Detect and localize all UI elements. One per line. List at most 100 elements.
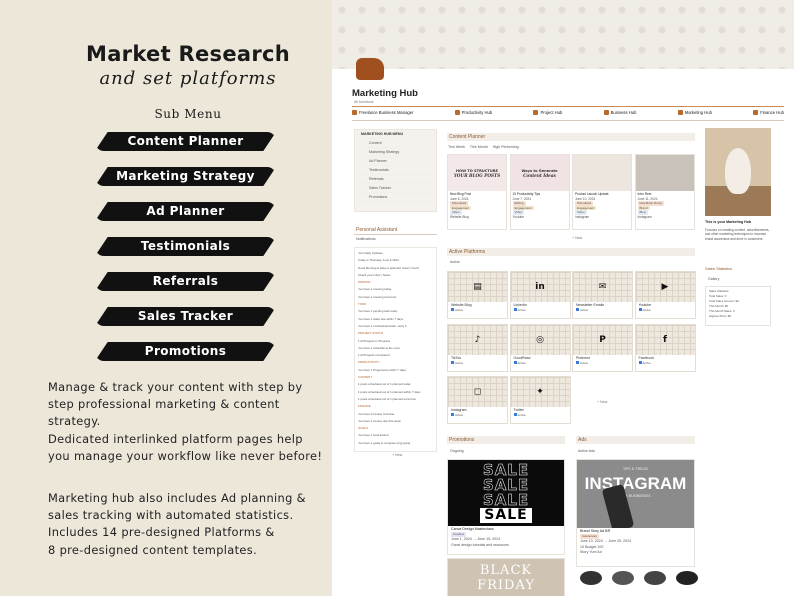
assistant-line: Your Daily Updates: [358, 251, 383, 255]
hub-menu-item[interactable]: Sales Tracker: [355, 184, 436, 193]
ad-card[interactable]: TIPS & TRICKS INSTAGRAM FOR BUSINESSES B…: [576, 459, 695, 567]
page-subtitle: All functions: [354, 100, 374, 104]
sales-statistics-card[interactable]: Sales Statistics Total Sales: 0 Total Sale…: [705, 286, 771, 326]
para-line: step professional marketing & content: [48, 397, 280, 412]
assistant-line: You have 1 pending task today: [358, 309, 398, 314]
tab-this-week[interactable]: This Week: [448, 145, 465, 150]
page-icon[interactable]: [356, 58, 384, 80]
hub-nav: Freelance Business Manager Productivity …: [352, 110, 784, 115]
menu-testimonials[interactable]: Testimonials: [95, 237, 276, 256]
para-line: strategy.: [48, 414, 101, 429]
assistant-line: You have 0 invoice Overdue: [358, 411, 395, 416]
content-platform: Youtube: [512, 214, 525, 219]
assistant-line: You have 1 Progressive within 7 days: [358, 367, 406, 372]
platform-status: Active: [636, 308, 695, 312]
platform-card[interactable]: ▶ Youtube Active: [634, 271, 696, 319]
nav-item[interactable]: Marketing Hub: [677, 110, 712, 115]
hub-menu-item[interactable]: Testimonials: [355, 166, 436, 175]
menu-ad-planner[interactable]: Ad Planner: [95, 202, 276, 221]
platform-icon: ✉: [598, 282, 607, 292]
nav-item[interactable]: Project Hub: [533, 110, 562, 115]
marketing-hub-image: [705, 128, 771, 216]
tab-high-performing[interactable]: High Performing: [493, 145, 519, 150]
nav-item[interactable]: Finance Hub: [753, 110, 784, 115]
platform-card[interactable]: P Pinterest Active: [572, 323, 633, 372]
promo-panel: Market Research and set platforms Sub Me…: [0, 0, 332, 596]
para-line: 8 pre-designed content templates.: [48, 542, 258, 557]
content-card[interactable]: HOW TO STRUCTURE YOUR BLOG POSTS New Blog …: [447, 154, 507, 230]
menu-promotions[interactable]: Promotions: [95, 342, 276, 361]
para-line: Dedicated interlinked platform pages hel…: [48, 431, 303, 446]
hub-icon: [677, 110, 683, 115]
platform-icon: ▶: [661, 282, 669, 292]
content-planner-tabs: This Week This Month High Performing: [448, 145, 519, 150]
assistant-line: You have 1 tasks due within 7 days: [358, 316, 404, 321]
platform-card[interactable]: ▤ Website Blog Active: [447, 271, 508, 319]
divider: [352, 106, 784, 107]
new-button[interactable]: + New: [392, 453, 402, 457]
active-view-tab[interactable]: Active: [450, 260, 460, 265]
nav-item[interactable]: Freelance Business Manager: [352, 110, 413, 115]
new-button[interactable]: + New: [572, 236, 582, 240]
hub-caption: This is your Marketing Hub: [705, 220, 752, 224]
platform-card[interactable]: ◎ GoodRead Active: [509, 323, 571, 372]
sales-stat-line: Highest Price: $0: [709, 314, 732, 318]
submenu-label: Sub Menu: [154, 107, 222, 121]
platform-card[interactable]: in LinkedIn Active: [509, 271, 571, 319]
tab-this-month[interactable]: This Month: [470, 145, 488, 150]
assistant-line: 1 posts scheduled out of 1 planned today: [358, 382, 411, 387]
content-thumbnail: [635, 155, 694, 191]
promotion-card[interactable]: BLACK FRIDAY: [447, 558, 565, 596]
new-button[interactable]: + New: [597, 400, 607, 404]
hub-menu-item[interactable]: Marketing Strategy: [355, 148, 436, 157]
nav-item[interactable]: Productivity Hub: [454, 110, 492, 115]
platform-icon: ◻: [473, 387, 482, 397]
promotion-card[interactable]: SALE SALE SALE SALE Canva Design Masterc…: [447, 459, 565, 555]
menu-referrals[interactable]: Referrals: [95, 272, 276, 291]
platform-icon: f: [663, 334, 667, 345]
platform-icon: ◎: [536, 334, 544, 345]
assistant-line: PROJECT STATUS: [358, 331, 384, 336]
hub-menu: MARKETING HUB MENU Content Marketing Str…: [354, 129, 437, 212]
content-thumbnail: [573, 155, 631, 191]
menu-sales-tracker[interactable]: Sales Tracker: [95, 307, 276, 326]
hub-menu-item[interactable]: Content: [355, 139, 436, 148]
platform-icon: P: [599, 334, 606, 345]
platform-card[interactable]: ✦ Twitter Active: [509, 376, 571, 424]
content-card[interactable]: Product Launch Update June 10, 2024 Schedu…: [572, 154, 632, 230]
para-line: sales tracking with automated statistics…: [48, 508, 294, 523]
lips-thumbnail-row: [580, 571, 698, 585]
personal-assistant-heading: Personal Assistant: [356, 227, 398, 233]
content-card[interactable]: Ways to Generate Content Ideas 10 Producti…: [509, 154, 570, 230]
platform-status: Active: [448, 413, 507, 417]
menu-marketing-strategy[interactable]: Marketing Strategy: [95, 167, 276, 186]
assistant-line: GOALS: [358, 426, 368, 431]
nav-item[interactable]: Business Hub: [603, 110, 636, 115]
platform-card[interactable]: f Facebook Active: [634, 323, 696, 372]
description-paragraph-1: Manage & track your content with step by…: [48, 379, 333, 465]
platform-icon: ✦: [536, 387, 544, 397]
assistant-line: Today is Thursday, June 6 2024: [358, 258, 399, 263]
content-card[interactable]: Intro Reel June 11, 2024 Idea Brain Dump Br…: [634, 154, 695, 230]
content-thumbnail: Ways to Generate Content Ideas: [510, 155, 569, 191]
active-ads-tab[interactable]: Active Ads: [578, 449, 595, 454]
hub-menu-item[interactable]: Ad Planner: [355, 157, 436, 166]
platform-card[interactable]: ♪ TikTok Active: [447, 323, 508, 372]
hub-menu-item[interactable]: Referrals: [355, 175, 436, 184]
assistant-line: FINANCE: [358, 404, 371, 409]
hub-menu-item[interactable]: Promotions: [355, 193, 436, 202]
platform-card[interactable]: ✉ Newsletter Emails Active: [572, 271, 633, 319]
ongoing-view-tab[interactable]: Ongoing: [450, 449, 464, 454]
content-platform: Website Blog: [450, 214, 469, 219]
ad-foot: Story Yum Ad: [580, 549, 602, 554]
notifications-tab[interactable]: Notifications: [356, 237, 376, 242]
assistant-line: Good Morning & Have a splendid, dream Yo…: [358, 265, 420, 270]
gallery-view-tab[interactable]: Gallery: [708, 277, 719, 282]
divider: [352, 120, 784, 121]
assistant-line: 1 All Projects Completed: [358, 353, 390, 358]
menu-content-planner[interactable]: Content Planner: [95, 132, 276, 151]
assistant-line: You have 1 Goal Ended: [358, 433, 389, 438]
platform-card[interactable]: ◻ Instagram Active: [447, 376, 508, 424]
personal-assistant-card: Your Daily Updates Today is Thursday, Jun…: [354, 247, 437, 452]
assistant-line: You have 1 goals to complete (ing) going: [358, 440, 411, 445]
